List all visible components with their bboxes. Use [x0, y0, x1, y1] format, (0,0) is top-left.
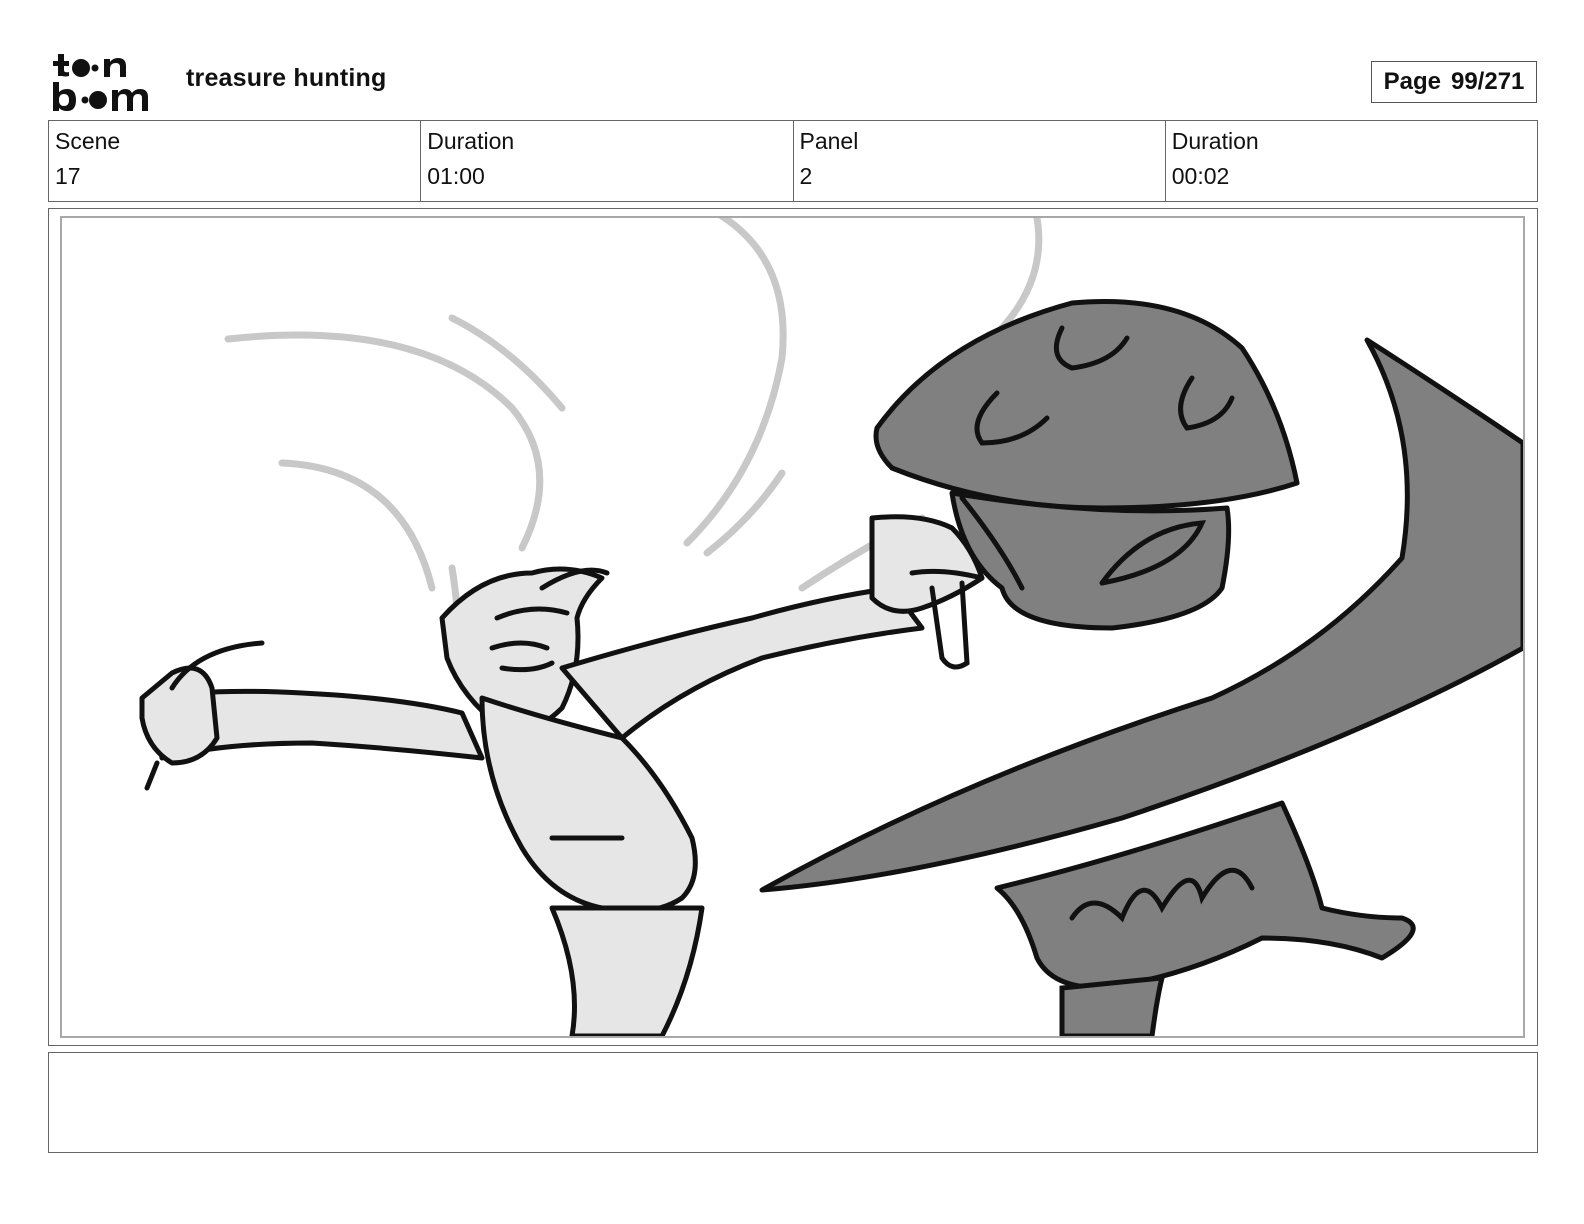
panel-duration-value: 00:02	[1171, 163, 1230, 189]
page-number: 99/271	[1450, 68, 1525, 95]
notes-box[interactable]	[48, 1052, 1538, 1153]
scene-duration-cell: Duration 01:00	[421, 121, 794, 201]
panel-value: 2	[799, 163, 813, 189]
storyboard-sketch	[139, 218, 1523, 1036]
scene-duration-label: Duration	[427, 128, 515, 154]
panel-duration-cell: Duration 00:02	[1166, 121, 1537, 201]
scene-cell: Scene 17	[49, 121, 422, 201]
scene-label: Scene	[55, 128, 121, 154]
panel-label: Panel	[799, 128, 859, 154]
page-indicator: Page 99/271	[1371, 61, 1537, 103]
page-label: Page	[1383, 68, 1441, 95]
storyboard-panel-frame	[48, 208, 1538, 1046]
creature-leg	[1059, 975, 1166, 1036]
scene-value: 17	[55, 163, 81, 189]
info-table: Scene 17 Duration 01:00 Panel 2 Duration…	[48, 120, 1538, 202]
storyboard-panel	[60, 216, 1525, 1038]
creature-cap	[873, 298, 1300, 511]
panel-duration-label: Duration	[1171, 128, 1259, 154]
ninja-character	[139, 514, 985, 1036]
toon-boom-logo	[53, 54, 148, 111]
scene-duration-value: 01:00	[427, 163, 485, 189]
creature-face	[949, 490, 1232, 631]
panel-cell: Panel 2	[794, 121, 1166, 201]
project-title: treasure hunting	[186, 64, 387, 92]
